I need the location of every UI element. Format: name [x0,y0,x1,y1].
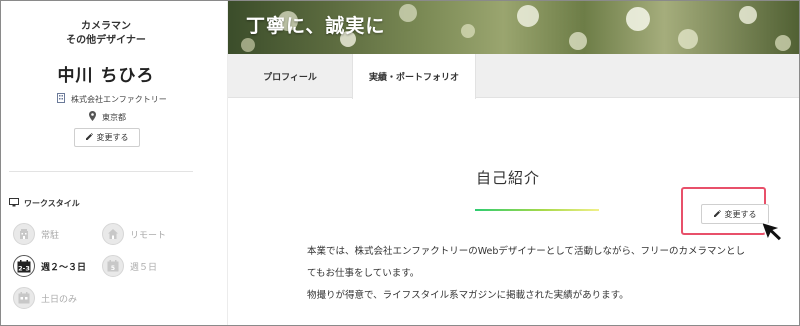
monitor-icon [9,198,19,209]
company-row: 株式会社エンファクトリー [57,93,167,105]
job-title-primary: カメラマン [81,21,131,32]
pencil-icon [85,133,93,142]
main-content: 丁寧に、誠実に プロフィール 実績・ポートフォリオ 自己紹介 変更する 本業では… [227,1,799,325]
tab-profile[interactable]: プロフィール [228,54,352,98]
hero-title: 丁寧に、誠実に [246,15,386,37]
intro-line: 本業では、株式会社エンファクトリーのWebデザイナーとして活動しながら、フリーの… [307,246,745,257]
heading-underline [475,209,599,211]
location-row: 東京都 [89,111,126,123]
profile-tabs: プロフィール 実績・ポートフォリオ [228,54,799,99]
svg-text:5: 5 [111,265,115,272]
office-building-icon [57,93,65,105]
self-intro-text: 本業では、株式会社エンファクトリーのWebデザイナーとして活動しながら、フリーの… [307,241,777,307]
intro-line: 物撮りが得意で、ライフスタイル系マガジンに掲載された実績があります。 [307,290,629,301]
workstyle-2-3-days-label: 週２〜３日 [41,262,87,273]
workstyle-onsite-label: 常駐 [41,230,60,241]
workstyle-onsite: 常駐 [13,223,59,245]
sidebar-divider [9,171,193,172]
pencil-icon [713,209,721,219]
workstyle-remote: リモート [102,223,166,245]
workstyle-remote-label: リモート [130,230,167,241]
workstyle-5-days: 5 週５日 [102,255,157,277]
location-name: 東京都 [102,112,126,122]
job-title-secondary: その他デザイナー [66,35,146,46]
edit-intro-label: 変更する [724,209,757,219]
profile-sidebar: カメラマン その他デザイナー 中川 ちひろ 株式会社エンファクトリー 東京都 変… [1,1,211,325]
profile-name: 中川 ちひろ [57,66,155,86]
house-icon [102,223,124,245]
calendar-weekend-icon [13,287,35,309]
calendar-2-3-icon: 2-3 [13,255,35,277]
arrow-cursor-icon [760,216,794,250]
edit-intro-button[interactable]: 変更する [701,204,769,224]
building-icon [13,223,35,245]
tab-portfolio[interactable]: 実績・ポートフォリオ [352,54,476,99]
intro-line: てもお仕事をしています。 [307,268,420,279]
company-name: 株式会社エンファクトリー [71,94,167,104]
workstyle-5-days-label: 週５日 [130,262,158,273]
hero-banner: 丁寧に、誠実に [228,1,799,54]
self-intro-heading: 自己紹介 [476,169,541,187]
calendar-5-icon: 5 [102,255,124,277]
page-frame: カメラマン その他デザイナー 中川 ちひろ 株式会社エンファクトリー 東京都 変… [0,0,800,326]
edit-profile-label: 変更する [96,133,129,142]
workstyle-2-3-days: 2-3 週２〜３日 [13,255,86,277]
workstyle-weekend: 土日のみ [13,287,77,309]
workstyle-heading: ワークスタイル [9,198,80,209]
workstyle-weekend-label: 土日のみ [41,294,78,305]
map-pin-icon [89,111,96,123]
edit-profile-button[interactable]: 変更する [74,128,140,147]
workstyle-title: ワークスタイル [24,199,80,208]
svg-text:2-3: 2-3 [18,264,30,272]
